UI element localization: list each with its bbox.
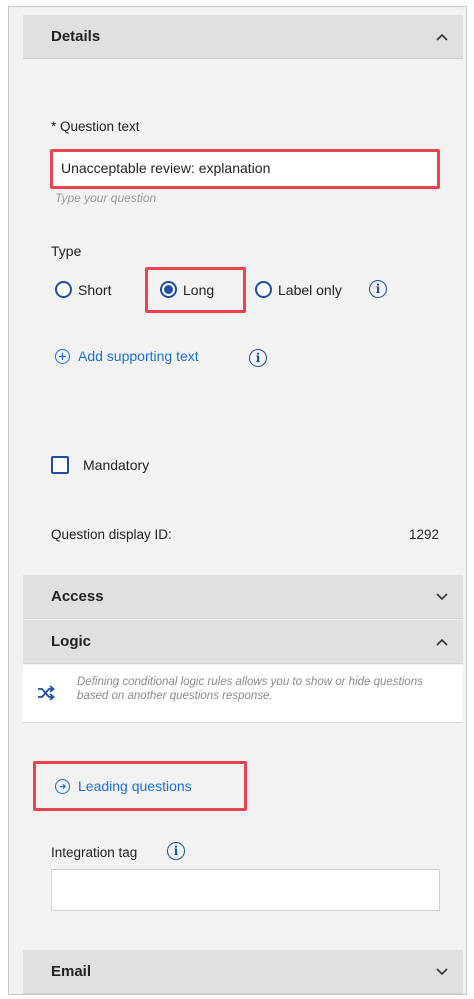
access-section-header[interactable]: Access (23, 575, 463, 619)
chevron-down-icon[interactable] (435, 965, 449, 979)
email-section-header[interactable]: Email (23, 950, 463, 994)
supporting-text-info-icon[interactable]: i (249, 349, 267, 367)
question-text-hint: Type your question (55, 191, 157, 205)
integration-tag-input[interactable] (51, 869, 440, 911)
radio-long[interactable] (160, 281, 177, 298)
logic-header-label: Logic (51, 633, 91, 650)
shuffle-icon (38, 685, 55, 701)
chevron-down-icon[interactable] (435, 590, 449, 604)
integration-tag-info-icon[interactable]: i (167, 842, 185, 860)
leading-questions-label: Leading questions (78, 778, 192, 794)
chevron-up-icon[interactable] (435, 635, 449, 649)
type-option-long[interactable]: Long (160, 281, 214, 298)
radio-short[interactable] (55, 281, 72, 298)
leading-questions-link[interactable]: Leading questions (55, 778, 192, 794)
email-header-label: Email (51, 963, 92, 980)
question-settings-content: Details * Question text Unacceptable rev… (23, 15, 463, 994)
logic-info-box: Defining conditional logic rules allows … (23, 665, 463, 723)
logic-info-text: Defining conditional logic rules allows … (77, 676, 423, 702)
type-option-short-label: Short (78, 281, 112, 298)
logic-section-header[interactable]: Logic (23, 620, 463, 664)
mandatory-checkbox[interactable] (51, 456, 69, 474)
question-display-id-value: 1292 (408, 527, 439, 542)
question-settings-panel: Details * Question text Unacceptable rev… (8, 6, 467, 995)
type-option-label-only[interactable]: Label only (255, 281, 342, 298)
question-text-highlight (50, 149, 440, 189)
type-info-icon[interactable]: i (369, 280, 387, 298)
plus-circle-icon (55, 348, 70, 364)
arrow-right-circle-icon (55, 778, 70, 794)
type-option-short[interactable]: Short (55, 281, 111, 298)
details-section-header[interactable]: Details (23, 15, 463, 59)
integration-tag-label: Integration tag (51, 845, 138, 860)
add-supporting-text-link[interactable]: Add supporting text (55, 348, 199, 364)
radio-label-only[interactable] (255, 281, 272, 298)
access-header-label: Access (51, 588, 104, 605)
type-option-long-label: Long (183, 281, 215, 298)
type-option-label-only-label: Label only (278, 281, 342, 298)
mandatory-label: Mandatory (83, 457, 150, 473)
add-supporting-text-label: Add supporting text (78, 348, 199, 364)
question-text-label: * Question text (51, 119, 140, 134)
chevron-up-icon[interactable] (435, 30, 449, 44)
question-display-id-label: Question display ID: (51, 527, 172, 542)
details-header-label: Details (51, 28, 101, 45)
type-label: Type (51, 243, 82, 259)
